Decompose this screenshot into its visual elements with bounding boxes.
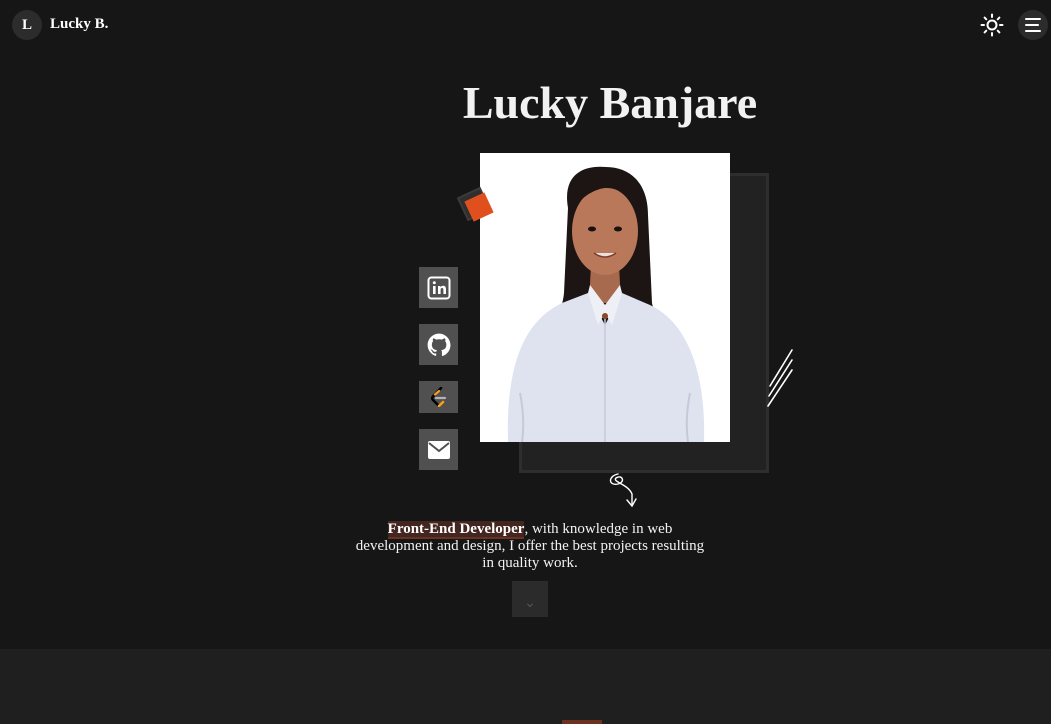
portfolio-page: L Lucky B. Lucky Banjare Front-End Devel… [0,0,1051,724]
menu-button[interactable] [1018,10,1048,40]
leetcode-icon [430,387,446,407]
github-link[interactable] [419,324,458,365]
decorative-orange-square [456,186,498,226]
hamburger-menu-icon [1025,18,1041,32]
top-header: L Lucky B. [0,0,1051,50]
chevron-down-icon: ⌄ [524,595,536,611]
curly-arrow-doodle [606,470,640,510]
email-link[interactable] [419,429,458,470]
linkedin-icon [427,276,450,299]
mail-icon [427,440,450,459]
hero-name-heading: Lucky Banjare [462,77,758,128]
profile-photo [480,153,730,442]
decorative-scribble-lines [764,346,796,410]
next-section-accent [562,720,602,724]
sun-icon [980,13,1004,37]
logo-avatar[interactable]: L [12,10,42,40]
scroll-down-button[interactable]: ⌄ [512,581,548,617]
linkedin-link[interactable] [419,267,458,308]
theme-toggle-button[interactable] [980,13,1004,37]
leetcode-link[interactable] [419,381,458,413]
next-section [0,649,1051,724]
github-icon [427,333,450,356]
intro-paragraph: Front-End Developer, with knowledge in w… [350,521,710,572]
portrait-illustration [480,153,730,442]
logo-name[interactable]: Lucky B. [50,16,108,33]
role-highlight: Front-End Developer [387,521,525,539]
